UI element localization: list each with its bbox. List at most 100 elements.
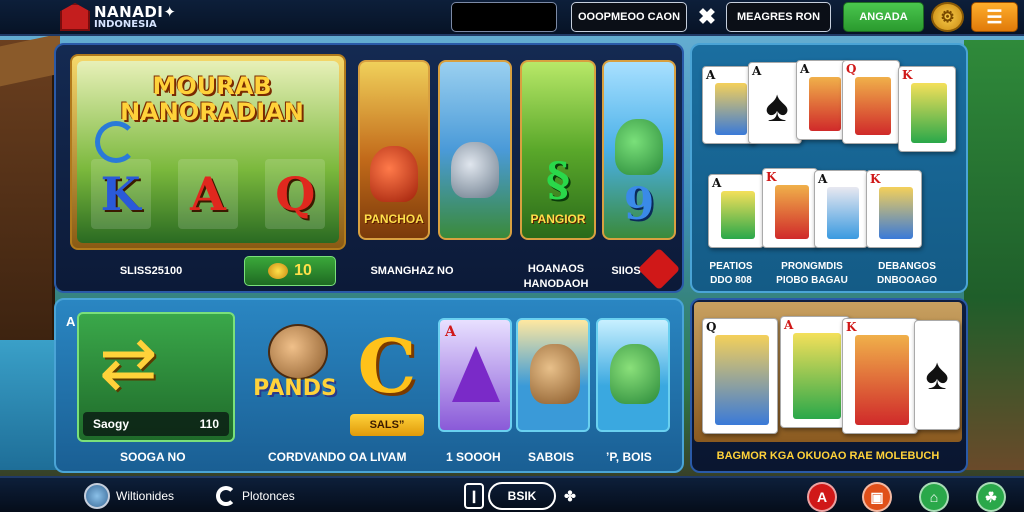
card-face (911, 83, 947, 143)
card-face (855, 77, 891, 135)
card-face (775, 185, 809, 239)
header-green-button[interactable]: ANGADA (843, 2, 924, 32)
tile-corner: A (445, 324, 456, 340)
bottom-caption-3: 1 SOOOH (446, 450, 501, 464)
cards-banner-caption: BAGMOR KGA OKUOAO RAE MOLEBUCH (716, 450, 940, 462)
arrow-tile-right-text: 110 (199, 417, 219, 431)
playing-card[interactable]: K (898, 66, 956, 152)
card-corner: A (818, 172, 828, 186)
sale-badge[interactable]: SALS” (350, 414, 424, 436)
playing-card[interactable]: Q (702, 318, 778, 434)
slot-tile-1[interactable]: PANCHOA (358, 60, 430, 240)
footer-center-pill[interactable]: BSIK (488, 482, 556, 510)
playing-card[interactable]: K (762, 168, 818, 248)
cards-caption-3-line-2: DNBOOAGO (877, 275, 937, 286)
pause-icon[interactable]: ❙ (464, 483, 484, 509)
right-caption-line-1: HOANAOS (527, 263, 585, 275)
cards-caption-1-line-2: DDO 808 (710, 275, 752, 286)
logo-subtitle: INDONESIA (94, 18, 157, 30)
loading-icon (216, 486, 236, 506)
bottom-bar: Wiltionides Plotonces ❙ BSIK ✤ A ▣ ⌂ ☘ (0, 476, 1024, 512)
header-button-2[interactable]: MEAGRES RON (726, 2, 831, 32)
featured-slot-tile[interactable]: MOURAB NANORADIAN K A Q (70, 54, 346, 250)
cards-caption-3-line-1: DEBANGOS (878, 261, 936, 272)
background-foliage (964, 40, 1024, 470)
top-bar: NANADI✦ INDONESIA OOOPMEOO CAON ✖ MEAGRE… (0, 0, 1024, 36)
slot-tile-3[interactable]: § PANGIOR (520, 60, 596, 240)
playing-card[interactable]: K (842, 318, 918, 434)
spade-icon: ♠ (917, 323, 957, 427)
coin-balance-pill[interactable]: 10 (244, 256, 336, 286)
logo-title: NANADI✦ (94, 2, 177, 21)
cards-caption-2-line-1: PRONGMDIS (781, 261, 843, 272)
featured-slot-caption: SLISS25100 (119, 265, 183, 277)
playing-card[interactable]: A (708, 174, 764, 248)
pands-logo-text: PANDS (253, 376, 337, 401)
footer-item-1[interactable]: Wiltionides (84, 483, 174, 509)
playing-card[interactable]: Q (842, 60, 900, 144)
arrow-tile-bar: Saogy 110 (83, 412, 229, 436)
menu-icon[interactable]: ☰ (971, 2, 1018, 32)
spade-icon: ♠ (761, 79, 793, 135)
logo[interactable]: NANADI✦ INDONESIA (60, 3, 176, 31)
header-button-1[interactable]: OOOPMEOO CAON (571, 2, 687, 32)
playing-card[interactable]: A ♠ (748, 62, 802, 144)
footer-item-2-label: Plotonces (242, 489, 295, 503)
playing-card[interactable]: A (780, 316, 850, 428)
dolphin-creature-icon (530, 344, 580, 404)
gem-game-tile[interactable]: A (438, 318, 512, 432)
close-icon[interactable]: ✖ (694, 2, 720, 32)
playing-card[interactable]: K (866, 170, 922, 248)
card-corner: A (706, 68, 716, 82)
card-corner: A (752, 64, 762, 78)
dolphin-creature-icon (451, 142, 499, 198)
background-hut (0, 40, 55, 340)
search-box[interactable] (451, 2, 557, 32)
slot-tile-4[interactable]: 9 (602, 60, 676, 240)
arrow-tile-left-text: Saogy (93, 417, 130, 431)
card-face (721, 191, 755, 239)
featured-slot-reels: MOURAB NANORADIAN K A Q (77, 61, 339, 243)
cards-caption-2-line-2: PIOBO BAGAU (776, 275, 848, 286)
mascot-face-icon[interactable] (268, 324, 328, 380)
playing-card[interactable]: ♠ (914, 320, 960, 430)
footer-item-2[interactable]: Plotonces (216, 483, 295, 509)
playing-card[interactable]: A (814, 170, 868, 248)
slot-symbol-k: K (90, 159, 151, 229)
card-corner: A (712, 176, 722, 190)
card-corner: Q (846, 62, 857, 76)
bottom-caption-4: SABOIS (528, 450, 575, 464)
clover-icon[interactable]: ☘ (976, 482, 1006, 512)
home-icon[interactable]: ⌂ (919, 482, 949, 512)
footer-box-icon[interactable]: ▣ (862, 482, 892, 512)
card-corner: K (870, 172, 881, 186)
slot-tile-4-number: 9 (623, 179, 655, 230)
slot-tile-3-label: PANGIOR (530, 212, 586, 226)
right-caption-line-2: HANODAOH (523, 277, 589, 290)
cards-caption-3: DEBANGOS DNBOOAGO (860, 260, 954, 288)
c-coin-icon[interactable]: C (352, 326, 422, 408)
slot-tile-2[interactable] (438, 60, 512, 240)
card-corner: K (902, 68, 913, 82)
settings-icon[interactable]: ✤ (560, 483, 580, 509)
bottom-caption-2: CORDVANDO OA LIVAM (268, 450, 407, 464)
arrow-game-tile[interactable]: ⇄ Saogy 110 (77, 312, 235, 442)
card-corner: K (766, 170, 777, 184)
coin-icon[interactable]: ⚙ (931, 2, 964, 32)
logo-text: NANADI✦ INDONESIA (94, 2, 177, 30)
cards-caption-1-line-1: PEATIOS (709, 261, 753, 272)
footer-a-icon[interactable]: A (807, 482, 837, 512)
middle-caption: SMANGHAZ NO (370, 265, 454, 277)
card-face (827, 187, 859, 239)
card-corner: A (784, 318, 794, 332)
cards-caption-1: PEATIOS DDO 808 (700, 260, 762, 288)
slot-symbol-q: Q (265, 159, 326, 229)
dragon-creature-icon (610, 344, 660, 404)
bird-creature-icon (370, 146, 418, 202)
dragon-game-tile[interactable] (596, 318, 670, 432)
card-face (879, 187, 913, 239)
slot-tile-3-glyph: § (545, 152, 571, 206)
coin-balance-value: 10 (294, 262, 312, 279)
card-face (793, 333, 841, 419)
dolphin-game-tile[interactable] (516, 318, 590, 432)
